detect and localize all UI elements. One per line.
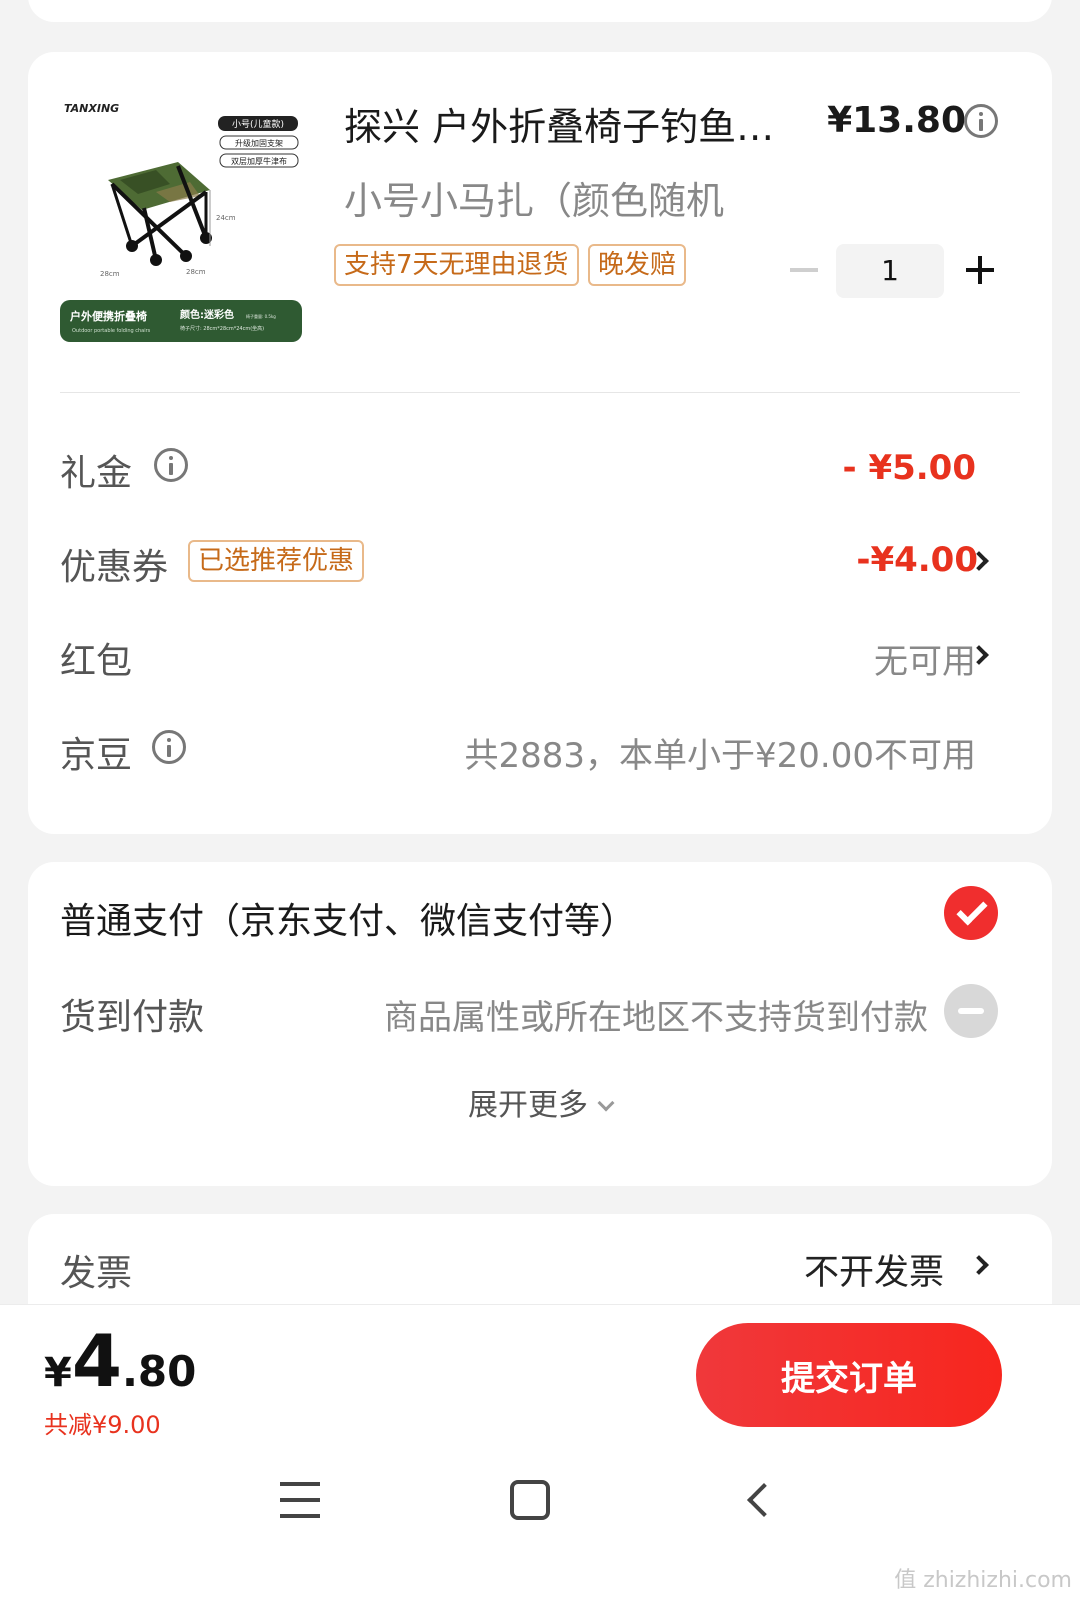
redpack-value[interactable]: 无可用 <box>874 634 976 683</box>
back-icon[interactable] <box>747 1483 781 1517</box>
checkmark-icon[interactable] <box>944 886 998 940</box>
product-spec[interactable]: 小号小马扎（颜色随机 <box>344 170 724 225</box>
redpack-label: 红包 <box>60 641 133 682</box>
dimension-text: 24cm <box>216 214 236 222</box>
quantity-field[interactable]: 1 <box>836 244 944 298</box>
currency-symbol: ¥ <box>44 1350 72 1396</box>
coupon-value[interactable]: -¥4.00 <box>856 540 978 580</box>
product-price: ¥13.80 <box>827 100 966 141</box>
divider <box>60 392 1020 393</box>
invoice-label: 发票 <box>60 1253 133 1294</box>
product-title[interactable]: 探兴 户外折叠椅子钓鱼… <box>344 96 774 151</box>
expand-more-button[interactable]: 展开更多 <box>28 1080 1052 1124</box>
chevron-right-icon[interactable] <box>969 1255 989 1275</box>
disabled-radio-icon <box>944 984 998 1038</box>
total-price: ¥4.80 <box>44 1319 196 1403</box>
banner-size-text: 椅子尺寸: 28cm*28cm*24cm(坐高) <box>180 325 264 332</box>
coupon-recommended-tag: 已选推荐优惠 <box>188 540 365 582</box>
info-icon[interactable] <box>964 104 998 138</box>
late-delivery-tag: 晚发赔 <box>588 244 687 286</box>
return-policy-tag: 支持7天无理由退货 <box>334 244 579 286</box>
banner-sub-text: Outdoor portable folding chairs <box>72 328 151 334</box>
system-nav-bar: 值 zhizhizhi.com <box>0 1454 1080 1600</box>
gift-label: 礼金 <box>60 453 133 494</box>
brand-logo-text: TANXING <box>64 102 119 115</box>
gift-value: - ¥5.00 <box>842 448 977 488</box>
feature-text: 双层加厚牛津布 <box>231 156 287 166</box>
watermark: 值 zhizhizhi.com <box>894 1568 1072 1593</box>
total-decimal: .80 <box>121 1347 197 1396</box>
home-icon[interactable] <box>510 1480 550 1520</box>
cod-note: 商品属性或所在地区不支持货到付款 <box>384 998 928 1038</box>
total-integer: 4 <box>71 1319 122 1403</box>
jingdou-value: 共2883，本单小于¥20.00不可用 <box>464 736 977 776</box>
payment-card: 普通支付（京东支付、微信支付等） 货到付款 商品属性或所在地区不支持货到付款 展… <box>28 862 1052 1186</box>
info-icon[interactable] <box>154 448 188 482</box>
size-badge-text: 小号(儿童款) <box>232 118 284 130</box>
dimension-text: 28cm <box>100 270 120 278</box>
increase-quantity-button[interactable] <box>966 256 994 284</box>
checkout-bar: ¥4.80 共减¥9.00 提交订单 <box>0 1304 1080 1454</box>
dimension-text: 28cm <box>186 268 206 276</box>
decrease-quantity-button[interactable] <box>790 268 818 272</box>
banner-color-text: 颜色:迷彩色 <box>180 308 234 321</box>
invoice-value[interactable]: 不开发票 <box>804 1244 944 1295</box>
cod-label: 货到付款 <box>60 997 205 1038</box>
previous-card <box>28 0 1052 22</box>
normal-payment-option[interactable]: 普通支付（京东支付、微信支付等） <box>60 892 636 944</box>
banner-weight-text: 椅子重量: 0.5kg <box>246 313 276 319</box>
jingdou-label: 京豆 <box>60 735 133 776</box>
banner-name-text: 户外便携折叠椅 <box>70 309 147 323</box>
expand-more-label: 展开更多 <box>468 1088 588 1123</box>
chevron-down-icon <box>597 1094 615 1112</box>
info-icon[interactable] <box>152 730 186 764</box>
product-card: TANXING 小号(儿童款) 升级加固支架 双层加厚牛津布 24cm 28cm… <box>28 52 1052 834</box>
coupon-label: 优惠券 <box>60 547 169 588</box>
feature-text: 升级加固支架 <box>235 138 283 148</box>
submit-order-button[interactable]: 提交订单 <box>696 1323 1002 1427</box>
recent-apps-icon[interactable] <box>280 1482 320 1518</box>
total-saved: 共减¥9.00 <box>44 1411 161 1439</box>
product-image[interactable]: TANXING 小号(儿童款) 升级加固支架 双层加厚牛津布 24cm 28cm… <box>60 96 308 344</box>
